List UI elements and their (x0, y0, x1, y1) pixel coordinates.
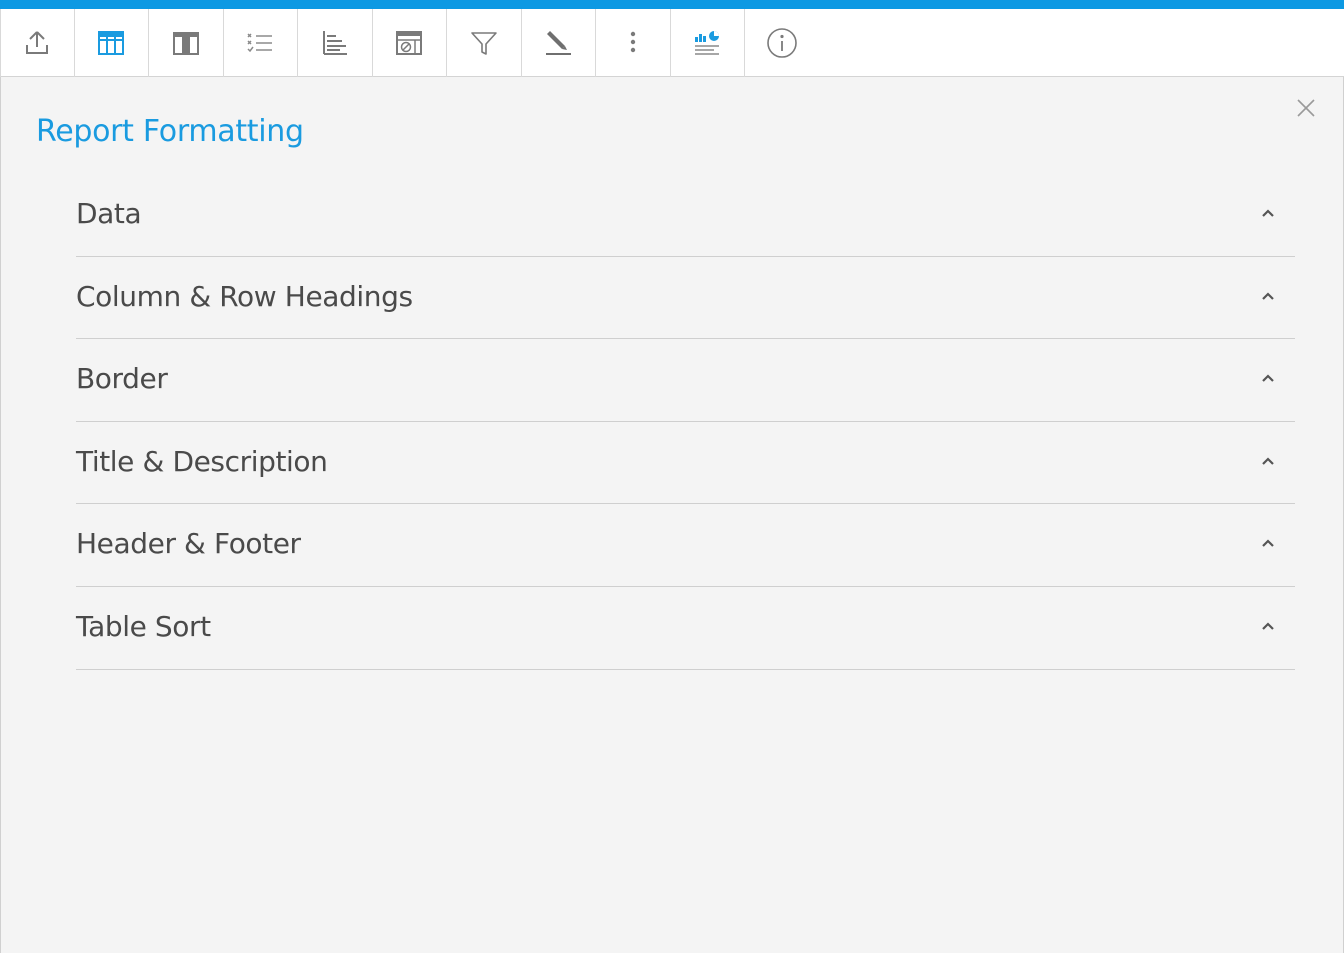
section-label: Title & Description (76, 444, 328, 478)
chevron-up-icon (1262, 292, 1274, 300)
chevron-up-icon (1262, 539, 1274, 548)
section-column-row-headings[interactable]: Column & Row Headings (76, 257, 1295, 340)
section-title-description[interactable]: Title & Description (76, 422, 1295, 505)
filter-button[interactable] (447, 9, 522, 77)
section-label: Border (76, 362, 168, 396)
calculated-field-icon (396, 31, 423, 55)
chart-icon (695, 31, 720, 55)
format-button[interactable] (522, 9, 596, 77)
section-data[interactable]: Data (76, 174, 1295, 257)
bar-list-icon (322, 31, 347, 55)
toolbar (0, 9, 1344, 77)
checklist-icon (247, 33, 273, 53)
section-label: Data (76, 197, 142, 230)
section-label: Column & Row Headings (76, 279, 413, 313)
checklist-button[interactable] (224, 9, 298, 77)
chart-button[interactable] (671, 9, 745, 77)
chevron-up-icon (1262, 209, 1274, 217)
chevron-up-icon (1262, 374, 1274, 382)
report-formatting-panel: Report Formatting Data Column & Row Head… (0, 77, 1344, 953)
section-header-footer[interactable]: Header & Footer (76, 504, 1295, 587)
filter-icon (470, 32, 497, 55)
formatting-sections: Data Column & Row Headings Border Title … (76, 174, 1295, 670)
table-columns-icon (98, 31, 125, 55)
bar-list-button[interactable] (298, 9, 373, 77)
chevron-up-icon (1262, 622, 1274, 630)
panel-title: Report Formatting (36, 114, 304, 149)
chevron-up-icon (1262, 457, 1274, 465)
more-options-button[interactable] (596, 9, 671, 77)
section-table-sort[interactable]: Table Sort (76, 587, 1295, 670)
top-accent-bar (0, 0, 1344, 9)
export-icon (26, 31, 49, 54)
table-columns-button[interactable] (75, 9, 149, 77)
table-select-icon (172, 32, 199, 55)
calculated-field-button[interactable] (373, 9, 447, 77)
section-label: Header & Footer (76, 527, 301, 561)
section-label: Table Sort (76, 609, 211, 643)
info-icon (767, 28, 798, 58)
section-border[interactable]: Border (76, 339, 1295, 422)
pencil-format-icon (546, 31, 572, 55)
report-builder-window: Report Formatting Data Column & Row Head… (0, 0, 1344, 953)
more-vertical-icon (630, 31, 635, 53)
info-button[interactable] (745, 9, 820, 77)
export-button[interactable] (0, 9, 75, 77)
close-icon[interactable] (1295, 97, 1317, 119)
table-select-button[interactable] (149, 9, 224, 77)
